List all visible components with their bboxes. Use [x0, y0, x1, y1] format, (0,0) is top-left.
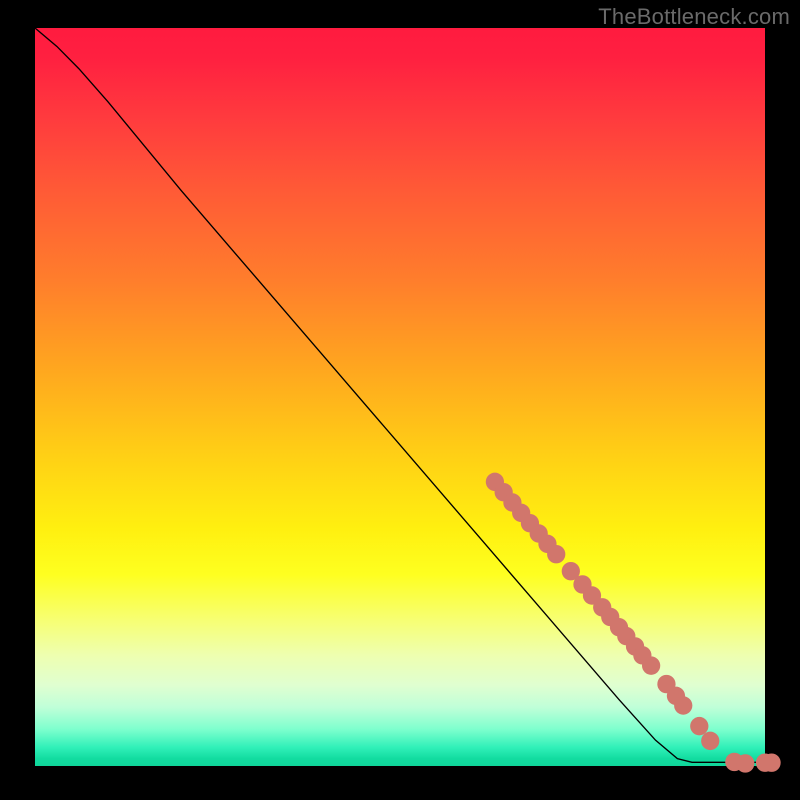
- chart-svg: [35, 28, 765, 766]
- data-marker: [701, 732, 719, 750]
- watermark-text: TheBottleneck.com: [598, 4, 790, 30]
- chart-area: [35, 28, 765, 766]
- data-marker: [736, 754, 754, 772]
- data-marker: [690, 717, 708, 735]
- data-marker: [674, 696, 692, 714]
- data-marker: [642, 656, 660, 674]
- bottleneck-curve: [35, 28, 765, 762]
- data-marker: [762, 753, 780, 771]
- data-markers: [486, 473, 781, 773]
- data-marker: [547, 545, 565, 563]
